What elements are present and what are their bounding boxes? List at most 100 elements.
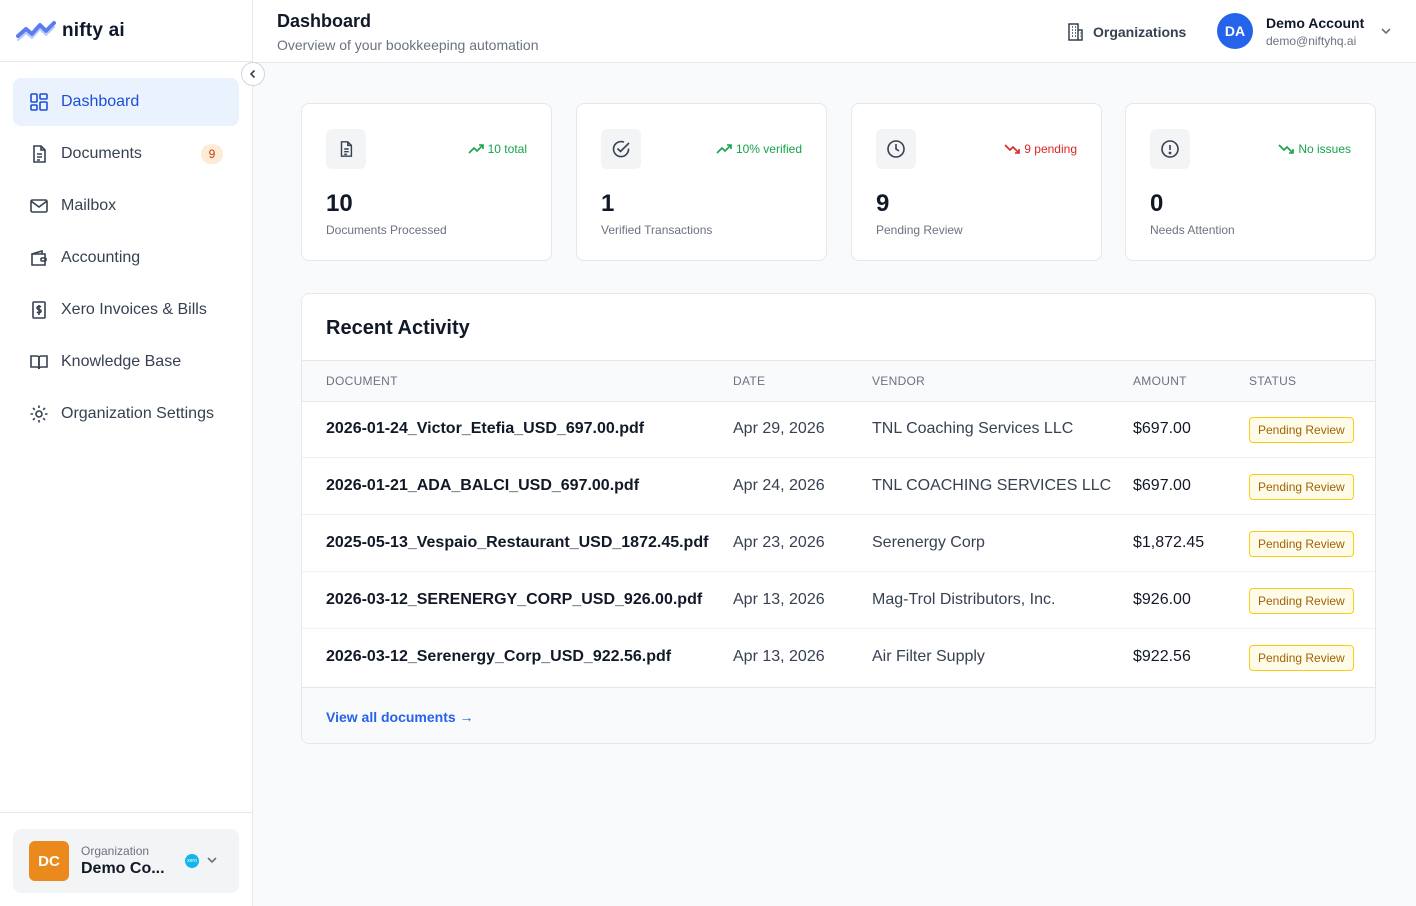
- date-cell: Apr 13, 2026: [733, 648, 825, 665]
- mail-icon: [29, 196, 49, 216]
- brand-name: nifty ai: [62, 19, 125, 41]
- table-row[interactable]: 2026-01-21_ADA_BALCI_USD_697.00.pdf Apr …: [302, 458, 1375, 515]
- sidebar-item-organization-settings[interactable]: Organization Settings: [13, 390, 239, 438]
- organizations-label: Organizations: [1093, 24, 1187, 40]
- column-header-amount: AMOUNT: [1133, 374, 1187, 388]
- file-text-icon: [326, 129, 366, 169]
- sidebar-item-knowledge-base[interactable]: Knowledge Base: [13, 338, 239, 386]
- stat-card-verified-transactions: 10% verified 1 Verified Transactions: [576, 103, 827, 261]
- stat-value: 10: [326, 190, 353, 217]
- date-cell: Apr 29, 2026: [733, 420, 825, 437]
- stat-label: Pending Review: [876, 223, 963, 237]
- xero-badge-icon: xero: [185, 854, 199, 868]
- document-cell[interactable]: 2026-03-12_SERENERGY_CORP_USD_926.00.pdf: [326, 591, 702, 609]
- panel-footer: View all documents →: [302, 687, 1375, 743]
- trending-up-icon: [716, 144, 732, 154]
- brand-logo[interactable]: nifty ai: [0, 0, 252, 62]
- vendor-cell: Mag-Trol Distributors, Inc.: [872, 591, 1056, 608]
- vendor-cell: Serenergy Corp: [872, 534, 985, 551]
- sidebar-item-label: Organization Settings: [61, 405, 214, 422]
- dollar-receipt-icon: [29, 300, 49, 320]
- sidebar-item-label: Mailbox: [61, 197, 117, 214]
- book-icon: [29, 352, 49, 372]
- date-cell: Apr 24, 2026: [733, 477, 825, 494]
- column-header-status: STATUS: [1249, 374, 1297, 388]
- date-cell: Apr 23, 2026: [733, 534, 825, 551]
- sidebar-item-documents[interactable]: Documents 9: [13, 130, 239, 178]
- account-name: Demo Account: [1266, 14, 1365, 31]
- document-cell[interactable]: 2026-01-21_ADA_BALCI_USD_697.00.pdf: [326, 477, 639, 495]
- amount-cell: $922.56: [1133, 648, 1191, 665]
- column-header-vendor: VENDOR: [872, 374, 926, 388]
- alert-circle-icon: [1150, 129, 1190, 169]
- sidebar-item-accounting[interactable]: Accounting: [13, 234, 239, 282]
- sidebar-item-xero-invoices-bills[interactable]: Xero Invoices & Bills: [13, 286, 239, 334]
- document-cell[interactable]: 2026-01-24_Victor_Etefia_USD_697.00.pdf: [326, 420, 644, 438]
- date-cell: Apr 13, 2026: [733, 591, 825, 608]
- trending-down-icon: [1004, 144, 1021, 154]
- status-badge: Pending Review: [1249, 417, 1354, 443]
- stat-trend: 9 pending: [1004, 142, 1077, 156]
- stat-value: 1: [601, 190, 615, 217]
- status-badge: Pending Review: [1249, 645, 1354, 671]
- gear-icon: [29, 404, 49, 424]
- amount-cell: $1,872.45: [1133, 534, 1205, 551]
- wallet-icon: [29, 248, 49, 268]
- table-header: DOCUMENT DATE VENDOR AMOUNT STATUS: [302, 360, 1375, 402]
- chevron-down-icon: [1381, 28, 1391, 35]
- table-row[interactable]: 2025-05-13_Vespaio_Restaurant_USD_1872.4…: [302, 515, 1375, 572]
- status-badge: Pending Review: [1249, 531, 1354, 557]
- amount-cell: $926.00: [1133, 591, 1191, 608]
- org-meta: Organization Demo Co...: [81, 844, 165, 878]
- org-avatar: DC: [29, 841, 69, 881]
- stat-card-needs-attention: No issues 0 Needs Attention: [1125, 103, 1376, 261]
- page-subtitle: Overview of your bookkeeping automation: [277, 37, 539, 53]
- sidebar-item-dashboard[interactable]: Dashboard: [13, 78, 239, 126]
- view-all-documents-link[interactable]: View all documents →: [326, 709, 474, 725]
- amount-cell: $697.00: [1133, 420, 1191, 437]
- table-row[interactable]: 2026-01-24_Victor_Etefia_USD_697.00.pdf …: [302, 401, 1375, 458]
- sidebar-item-label: Dashboard: [61, 93, 140, 110]
- building-icon: [1068, 23, 1083, 41]
- trending-down-icon: [1278, 144, 1295, 154]
- sidebar-item-label: Knowledge Base: [61, 353, 182, 370]
- sidebar-collapse-button[interactable]: [241, 62, 265, 86]
- document-cell[interactable]: 2025-05-13_Vespaio_Restaurant_USD_1872.4…: [326, 534, 708, 552]
- account-email: demo@niftyhq.ai: [1266, 33, 1357, 48]
- table-row[interactable]: 2026-03-12_Serenergy_Corp_USD_922.56.pdf…: [302, 629, 1375, 686]
- chevron-down-icon: [207, 857, 217, 864]
- document-cell[interactable]: 2026-03-12_Serenergy_Corp_USD_922.56.pdf: [326, 648, 671, 666]
- page-title: Dashboard: [277, 11, 372, 31]
- logo-mark-icon: [16, 20, 56, 41]
- vendor-cell: TNL COACHING SERVICES LLC: [872, 477, 1112, 494]
- trending-up-icon: [468, 144, 484, 154]
- sidebar-nav: Dashboard Documents 9 Mailbox Accounting: [0, 62, 252, 438]
- sidebar-item-mailbox[interactable]: Mailbox: [13, 182, 239, 230]
- vendor-cell: Air Filter Supply: [872, 648, 985, 665]
- stat-label: Documents Processed: [326, 223, 447, 237]
- documents-count-badge: 9: [201, 144, 223, 164]
- sidebar: nifty ai Dashboard Documents 9 Mailbox A…: [0, 0, 253, 906]
- org-switcher-section: DC Organization Demo Co... xero: [0, 812, 252, 906]
- dashboard-icon: [29, 92, 49, 112]
- document-icon: [29, 144, 49, 164]
- stat-value: 0: [1150, 190, 1164, 217]
- top-header: Dashboard Overview of your bookkeeping a…: [253, 0, 1416, 63]
- account-menu[interactable]: DA Demo Account demo@niftyhq.ai: [1217, 13, 1394, 49]
- stat-trend-text: 10% verified: [735, 142, 802, 156]
- stat-trend: 10 total: [468, 142, 527, 156]
- organizations-button[interactable]: Organizations: [1065, 20, 1186, 44]
- stat-label: Verified Transactions: [601, 223, 713, 237]
- column-header-date: DATE: [733, 374, 766, 388]
- stat-trend-text: 9 pending: [1024, 142, 1077, 156]
- recent-activity-panel: Recent Activity DOCUMENT DATE VENDOR AMO…: [301, 293, 1376, 744]
- section-title: Recent Activity: [326, 317, 470, 339]
- check-circle-icon: [601, 129, 641, 169]
- stat-trend-text: 10 total: [487, 142, 527, 156]
- avatar: DA: [1217, 13, 1253, 49]
- org-name: Demo Co...: [81, 860, 165, 877]
- table-row[interactable]: 2026-03-12_SERENERGY_CORP_USD_926.00.pdf…: [302, 572, 1375, 629]
- chevron-left-icon: [249, 69, 256, 79]
- stat-trend: 10% verified: [716, 142, 802, 156]
- org-switcher[interactable]: DC Organization Demo Co... xero: [13, 829, 239, 893]
